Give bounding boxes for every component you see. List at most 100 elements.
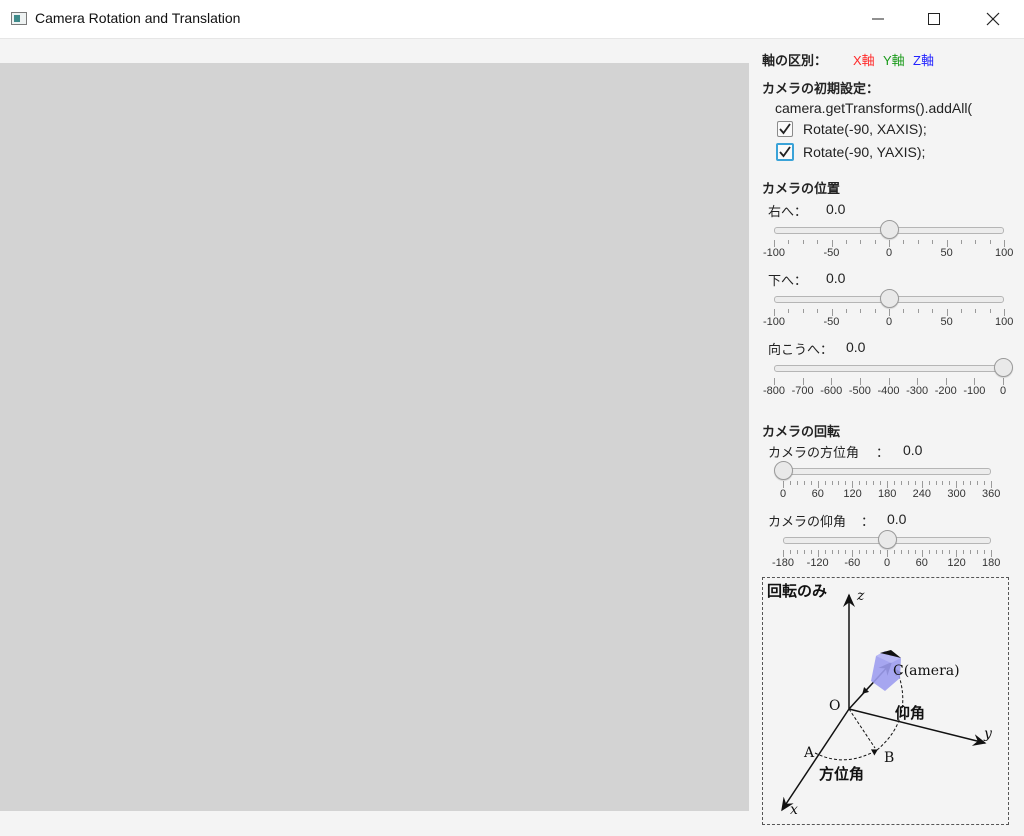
slider-tick-label: 0 bbox=[886, 316, 893, 328]
elevation-colon: ： bbox=[861, 514, 875, 529]
minimize-button[interactable] bbox=[855, 0, 901, 38]
slider-minor-tick bbox=[963, 550, 965, 554]
slider-thumb[interactable] bbox=[774, 461, 793, 480]
slider-tick-label: 120 bbox=[843, 488, 862, 500]
initial-settings-heading: カメラの初期設定： bbox=[762, 81, 880, 96]
slider-major-tick bbox=[887, 481, 888, 488]
slider-minor-tick bbox=[789, 550, 791, 554]
slider-major-tick bbox=[956, 481, 958, 488]
rotate-x-checkbox[interactable] bbox=[777, 121, 793, 137]
slider-major-tick bbox=[1004, 240, 1005, 247]
down-slider-label: 下へ： bbox=[768, 273, 808, 288]
slider-track[interactable] bbox=[783, 468, 991, 475]
slider-major-tick bbox=[946, 240, 948, 247]
slider-thumb[interactable] bbox=[994, 358, 1013, 377]
right-slider[interactable]: -100 -50 0 50 100 bbox=[763, 219, 1013, 259]
slider-tick-label: 0 bbox=[886, 247, 893, 259]
slider-minor-tick bbox=[845, 481, 847, 485]
slider-major-tick bbox=[859, 378, 861, 385]
slider-minor-tick bbox=[977, 481, 979, 485]
slider-tick-label: 50 bbox=[940, 247, 953, 259]
slider-major-tick bbox=[817, 481, 819, 488]
slider-tick-label: 100 bbox=[995, 316, 1014, 328]
slider-tick-label: -500 bbox=[848, 385, 871, 397]
camera-direction-arrow bbox=[862, 684, 872, 694]
y-axis-label: y bbox=[983, 726, 993, 742]
forward-slider-value: 0.0 bbox=[846, 339, 866, 355]
scene-viewport[interactable] bbox=[0, 63, 749, 811]
slider-major-tick bbox=[774, 240, 775, 247]
z-axis-legend: Z軸 bbox=[913, 53, 934, 68]
azimuth-slider[interactable]: 0 60 120 180 240 300 360 bbox=[774, 460, 1000, 500]
slider-major-tick bbox=[831, 309, 833, 316]
elevation-slider-value: 0.0 bbox=[887, 511, 907, 527]
slider-tick-label: -300 bbox=[906, 385, 929, 397]
slider-minor-tick bbox=[802, 309, 804, 313]
slider-minor-tick bbox=[788, 309, 790, 313]
slider-thumb[interactable] bbox=[880, 289, 899, 308]
forward-slider[interactable]: -800 -700 -600 -500 -400 -300 -200 -100 0 bbox=[763, 357, 1013, 397]
slider-minor-tick bbox=[914, 481, 916, 485]
slider-minor-tick bbox=[845, 240, 847, 244]
down-slider[interactable]: -100 -50 0 50 100 bbox=[763, 288, 1013, 328]
slider-tick-label: -400 bbox=[877, 385, 900, 397]
slider-major-tick bbox=[802, 378, 804, 385]
rotate-x-label[interactable]: Rotate(-90, XAXIS); bbox=[803, 121, 927, 137]
slider-minor-tick bbox=[796, 550, 798, 554]
slider-minor-tick bbox=[960, 240, 962, 244]
slider-major-tick bbox=[917, 378, 919, 385]
slider-major-tick bbox=[991, 550, 992, 557]
slider-minor-tick bbox=[984, 481, 986, 485]
slider-minor-tick bbox=[932, 309, 934, 313]
azimuth-slider-label: カメラの方位角 bbox=[768, 445, 860, 460]
slider-tick-label: 0 bbox=[884, 557, 891, 569]
rotate-y-checkbox[interactable] bbox=[776, 143, 794, 161]
slider-major-tick bbox=[852, 550, 854, 557]
maximize-icon bbox=[928, 13, 940, 25]
rotate-y-label[interactable]: Rotate(-90, YAXIS); bbox=[803, 144, 925, 160]
slider-minor-tick bbox=[984, 550, 986, 554]
slider-minor-tick bbox=[949, 550, 951, 554]
slider-minor-tick bbox=[914, 550, 916, 554]
y-axis-legend: Y軸 bbox=[883, 53, 905, 68]
azimuth-colon: ： bbox=[876, 445, 890, 460]
slider-minor-tick bbox=[907, 550, 909, 554]
elevation-slider[interactable]: -180 -120 -60 0 60 120 180 bbox=[772, 529, 1000, 569]
slider-minor-tick bbox=[949, 481, 951, 485]
slider-major-tick bbox=[921, 481, 923, 488]
maximize-button[interactable] bbox=[911, 0, 957, 38]
slider-minor-tick bbox=[803, 550, 805, 554]
z-axis-label: z bbox=[856, 588, 865, 604]
slider-minor-tick bbox=[859, 550, 861, 554]
slider-minor-tick bbox=[977, 550, 979, 554]
elevation-angle-label: 仰角 bbox=[895, 704, 925, 722]
x-axis-label: x bbox=[790, 802, 798, 818]
slider-minor-tick bbox=[960, 309, 962, 313]
slider-minor-tick bbox=[893, 481, 895, 485]
slider-track[interactable] bbox=[774, 365, 1003, 372]
slider-minor-tick bbox=[935, 550, 937, 554]
slider-minor-tick bbox=[917, 309, 919, 313]
rotation-diagram-figure: 回転のみ z y x O C(amera) 仰角 方位角 A B bbox=[767, 582, 993, 818]
slider-minor-tick bbox=[900, 550, 902, 554]
slider-thumb[interactable] bbox=[880, 220, 899, 239]
slider-minor-tick bbox=[989, 240, 991, 244]
slider-major-tick bbox=[991, 481, 992, 488]
slider-minor-tick bbox=[874, 240, 876, 244]
origin-label: O bbox=[829, 698, 840, 714]
slider-major-tick bbox=[774, 378, 775, 385]
azimuth-arc bbox=[814, 749, 878, 761]
slider-major-tick bbox=[774, 309, 775, 316]
slider-minor-tick bbox=[866, 550, 868, 554]
close-icon bbox=[986, 12, 1000, 26]
slider-minor-tick bbox=[880, 550, 882, 554]
slider-tick-label: 50 bbox=[940, 316, 953, 328]
close-button[interactable] bbox=[970, 0, 1016, 38]
slider-minor-tick bbox=[817, 240, 819, 244]
slider-minor-tick bbox=[824, 481, 826, 485]
slider-tick-label: -200 bbox=[934, 385, 957, 397]
rotation-heading: カメラの回転 bbox=[762, 424, 841, 439]
slider-thumb[interactable] bbox=[878, 530, 897, 549]
slider-tick-label: -700 bbox=[791, 385, 814, 397]
slider-minor-tick bbox=[975, 240, 977, 244]
